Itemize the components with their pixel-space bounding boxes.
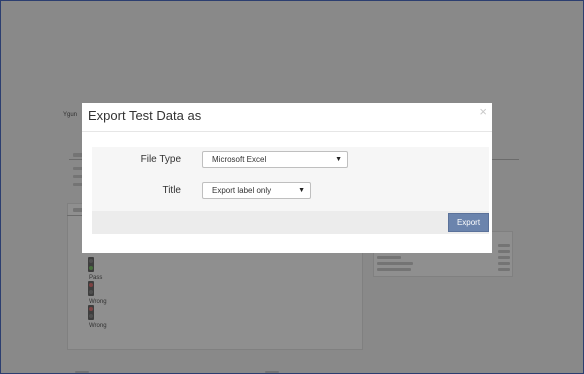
dialog-title: Export Test Data as [88,108,202,123]
export-button[interactable]: Export [448,213,489,232]
title-select[interactable]: Export label only ▼ [202,182,311,199]
file-type-label: File Type [140,154,181,165]
export-dialog: Export Test Data as × File Type Microsof… [82,103,492,253]
file-type-value: Microsoft Excel [212,155,267,164]
title-label: Title [162,185,181,196]
chevron-down-icon: ▼ [298,187,305,194]
title-value: Export label only [212,186,272,195]
dialog-header: Export Test Data as × [82,103,492,132]
export-form: File Type Microsoft Excel ▼ Title Export… [92,147,489,211]
dialog-footer: Export [92,211,489,234]
file-type-select[interactable]: Microsoft Excel ▼ [202,151,348,168]
chevron-down-icon: ▼ [335,156,342,163]
close-icon[interactable]: × [479,105,487,118]
